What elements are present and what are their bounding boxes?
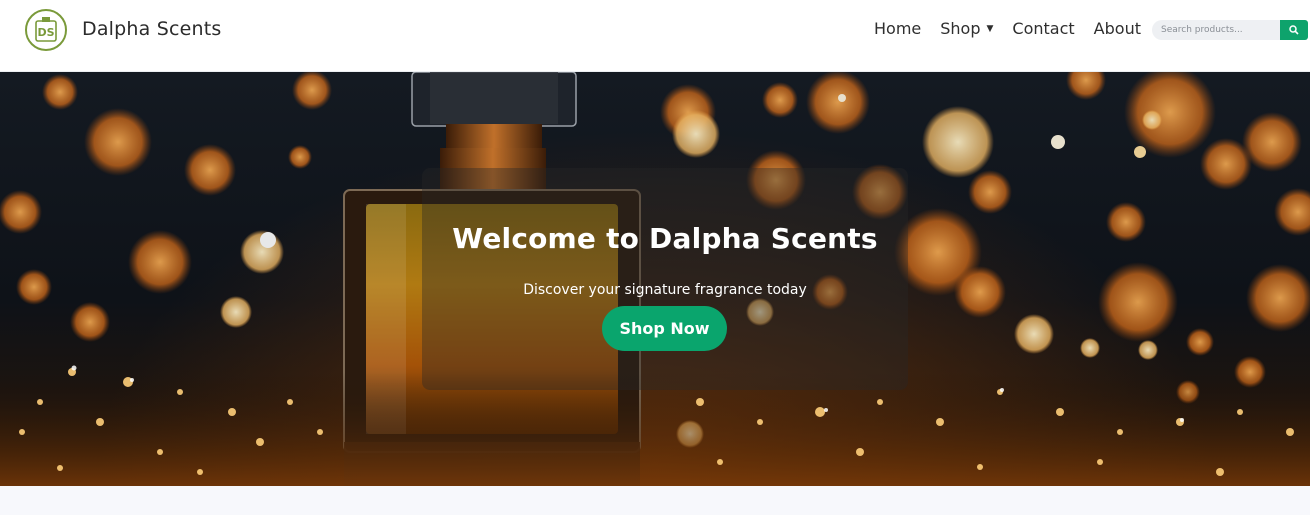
search-bar [1152, 20, 1308, 40]
main-nav: Home Shop ▼ Contact About [874, 19, 1160, 38]
nav-home[interactable]: Home [874, 19, 921, 38]
nav-about[interactable]: About [1094, 19, 1141, 38]
hero-overlay [422, 168, 908, 390]
hero-title: Welcome to Dalpha Scents [452, 222, 878, 255]
logo[interactable]: DS [24, 8, 68, 52]
brand-name[interactable]: Dalpha Scents [82, 18, 222, 40]
nav-shop[interactable]: Shop ▼ [940, 19, 993, 38]
search-icon [1289, 25, 1299, 35]
content-area-top [0, 486, 1310, 515]
logo-icon: DS [25, 9, 67, 51]
site-header: DS Dalpha Scents Home Shop ▼ Contact Abo… [0, 0, 1310, 72]
search-button[interactable] [1280, 20, 1308, 40]
hero-subtitle: Discover your signature fragrance today [523, 282, 807, 298]
shop-now-button[interactable]: Shop Now [602, 306, 727, 351]
nav-shop-label: Shop [940, 19, 981, 38]
logo-text: DS [37, 26, 54, 39]
search-input[interactable] [1152, 20, 1280, 40]
hero-banner: Welcome to Dalpha Scents Discover your s… [0, 72, 1310, 486]
chevron-down-icon: ▼ [986, 23, 994, 34]
nav-contact[interactable]: Contact [1012, 19, 1074, 38]
